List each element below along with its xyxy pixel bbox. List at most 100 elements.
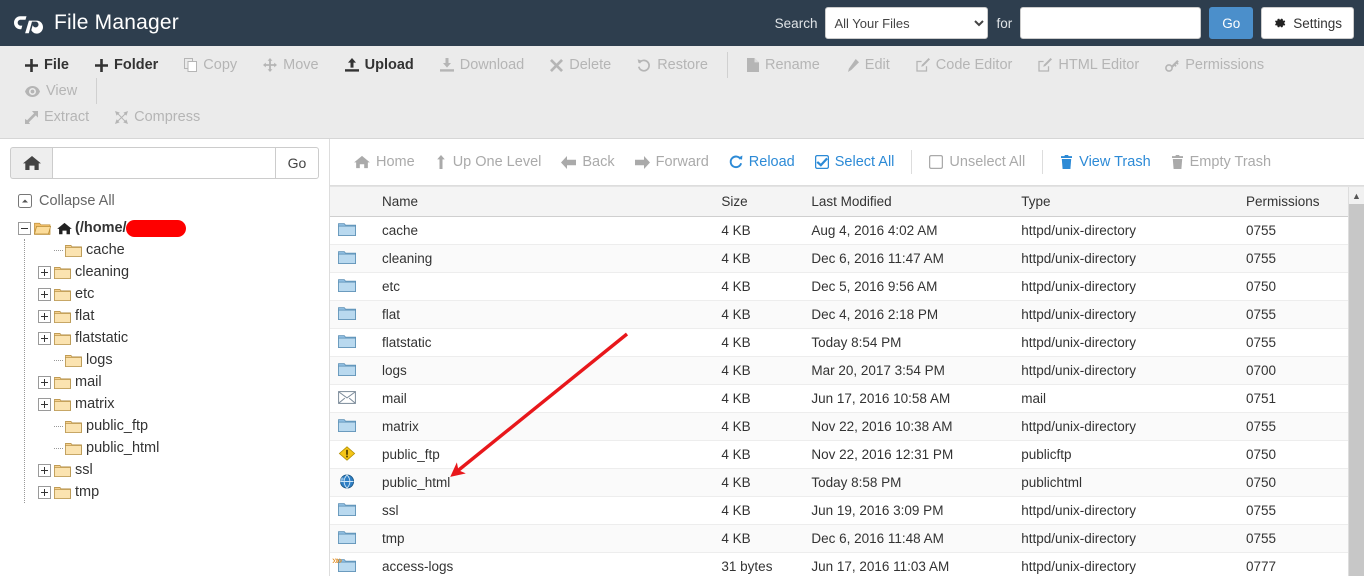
folder-icon bbox=[338, 502, 356, 517]
row-name-cache[interactable]: cache bbox=[373, 216, 714, 245]
file-table-wrap: Name Size Last Modified Type Permissions… bbox=[330, 186, 1364, 576]
nav-view-trash-button[interactable]: View Trash bbox=[1050, 149, 1160, 175]
row-name-flatstatic[interactable]: flatstatic bbox=[373, 328, 714, 357]
row-size: 4 KB bbox=[713, 328, 804, 357]
table-row[interactable]: public_html 4 KB Today 8:58 PM publichtml 07… bbox=[330, 468, 1348, 497]
file-table-scrollbar[interactable]: ▲ bbox=[1348, 187, 1364, 576]
tree-expander-matrix[interactable] bbox=[38, 397, 51, 411]
nav-forward-button: Forward bbox=[625, 149, 719, 175]
scrollbar-thumb[interactable] bbox=[1349, 204, 1364, 576]
toolbar-upload-button[interactable]: Upload bbox=[332, 52, 427, 78]
table-row[interactable]: etc 4 KB Dec 5, 2016 9:56 AM httpd/unix-dir… bbox=[330, 272, 1348, 301]
folder-icon bbox=[338, 418, 356, 433]
row-permissions: 0751 bbox=[1238, 384, 1348, 413]
tree-node-root[interactable]: (/home/ bbox=[18, 217, 329, 239]
table-row[interactable]: »» access-logs 31 bytes Jun 17, 2016 11:03 … bbox=[330, 552, 1348, 576]
toolbar-extract-button: Extract bbox=[12, 104, 102, 130]
row-name-ssl[interactable]: ssl bbox=[373, 496, 714, 525]
tree-node-matrix[interactable]: matrix bbox=[38, 393, 329, 415]
tree-expander-etc[interactable] bbox=[38, 287, 51, 301]
tree-node-etc[interactable]: etc bbox=[38, 283, 329, 305]
row-name-tmp[interactable]: tmp bbox=[373, 524, 714, 553]
row-name-cleaning[interactable]: cleaning bbox=[373, 244, 714, 273]
tree-node-mail[interactable]: mail bbox=[38, 371, 329, 393]
row-name-public_ftp[interactable]: public_ftp bbox=[373, 440, 714, 469]
file-table-scroll[interactable]: Name Size Last Modified Type Permissions… bbox=[330, 187, 1348, 576]
table-row[interactable]: mail 4 KB Jun 17, 2016 10:58 AM mail 0751 bbox=[330, 384, 1348, 413]
home-icon[interactable] bbox=[10, 147, 52, 179]
toolbar-upload-label: Upload bbox=[364, 57, 414, 73]
toolbar-extract-label: Extract bbox=[44, 109, 90, 125]
tree-node-tmp[interactable]: tmp bbox=[38, 481, 329, 503]
row-name-mail[interactable]: mail bbox=[373, 384, 714, 413]
tree-expander-cleaning[interactable] bbox=[38, 265, 51, 279]
table-row[interactable]: flat 4 KB Dec 4, 2016 2:18 PM httpd/unix-di… bbox=[330, 300, 1348, 329]
tree-node-ssl[interactable]: ssl bbox=[38, 459, 329, 481]
row-type: httpd/unix-directory bbox=[1013, 356, 1238, 385]
table-row[interactable]: matrix 4 KB Nov 22, 2016 10:38 AM httpd/uni… bbox=[330, 412, 1348, 441]
tree-expander-root[interactable] bbox=[18, 221, 31, 235]
row-size: 4 KB bbox=[713, 300, 804, 329]
folder-icon bbox=[54, 463, 71, 477]
nav-forward-label: Forward bbox=[655, 154, 709, 170]
row-name-public_html[interactable]: public_html bbox=[373, 468, 714, 497]
file-manager-page: File Manager Search All Your Files for G… bbox=[0, 0, 1364, 576]
nav-unselect-all-button: Unselect All bbox=[919, 149, 1035, 175]
table-row[interactable]: flatstatic 4 KB Today 8:54 PM httpd/unix-di… bbox=[330, 328, 1348, 357]
extract-icon bbox=[25, 110, 38, 124]
tree-expander-mail[interactable] bbox=[38, 375, 51, 389]
tree-expander-flatstatic[interactable] bbox=[38, 331, 51, 345]
action-toolbar: File Folder Copy Move Upload Download Delete Re… bbox=[0, 46, 1364, 139]
tree-expander-ssl[interactable] bbox=[38, 463, 51, 477]
nav-select-all-button[interactable]: Select All bbox=[805, 149, 905, 175]
search-input[interactable] bbox=[1020, 7, 1202, 39]
table-row[interactable]: ssl 4 KB Jun 19, 2016 3:09 PM httpd/unix-di… bbox=[330, 496, 1348, 525]
row-modified: Dec 5, 2016 9:56 AM bbox=[803, 272, 1014, 301]
column-permissions[interactable]: Permissions bbox=[1238, 187, 1348, 217]
toolbar-download-label: Download bbox=[459, 57, 525, 73]
toolbar-view-button: View bbox=[12, 78, 90, 104]
table-row[interactable]: public_ftp 4 KB Nov 22, 2016 12:31 PM publi… bbox=[330, 440, 1348, 469]
table-row[interactable]: cache 4 KB Aug 4, 2016 4:02 AM httpd/unix-d… bbox=[330, 216, 1348, 245]
column-type[interactable]: Type bbox=[1013, 187, 1238, 217]
table-row[interactable]: logs 4 KB Mar 20, 2017 3:54 PM httpd/unix-d… bbox=[330, 356, 1348, 385]
toolbar-folder-button[interactable]: Folder bbox=[82, 52, 171, 78]
nav-reload-button[interactable]: Reload bbox=[719, 149, 805, 175]
tree-node-cleaning[interactable]: cleaning bbox=[38, 261, 329, 283]
path-input[interactable] bbox=[52, 147, 275, 179]
tree-node-public_ftp[interactable]: public_ftp bbox=[38, 415, 329, 437]
eye-icon bbox=[25, 85, 40, 97]
tree-node-public_html[interactable]: public_html bbox=[38, 437, 329, 459]
column-size[interactable]: Size bbox=[713, 187, 804, 217]
collapse-all-button[interactable]: Collapse All bbox=[0, 189, 329, 217]
tree-node-flatstatic[interactable]: flatstatic bbox=[38, 327, 329, 349]
tree-node-cache[interactable]: cache bbox=[38, 239, 329, 261]
key-icon bbox=[1165, 58, 1180, 72]
move-icon bbox=[263, 58, 278, 72]
row-name-matrix[interactable]: matrix bbox=[373, 412, 714, 441]
settings-button[interactable]: Settings bbox=[1261, 7, 1354, 39]
tree-line bbox=[54, 359, 63, 361]
table-row[interactable]: tmp 4 KB Dec 6, 2016 11:48 AM httpd/unix-di… bbox=[330, 524, 1348, 553]
tree-node-logs[interactable]: logs bbox=[38, 349, 329, 371]
column-last-modified[interactable]: Last Modified bbox=[803, 187, 1014, 217]
toolbar-file-button[interactable]: File bbox=[12, 52, 82, 78]
folder-icon bbox=[54, 485, 71, 499]
row-name-flat[interactable]: flat bbox=[373, 300, 714, 329]
tree-line bbox=[54, 425, 63, 427]
search-scope-select[interactable]: All Your Files bbox=[825, 7, 989, 39]
path-go-button[interactable]: Go bbox=[275, 147, 319, 179]
tree-node-flat[interactable]: flat bbox=[38, 305, 329, 327]
chevron-up-icon[interactable]: ▲ bbox=[1349, 187, 1364, 204]
row-name-access-logs[interactable]: access-logs bbox=[373, 552, 714, 576]
column-name[interactable]: Name bbox=[373, 187, 714, 217]
search-go-button[interactable]: Go bbox=[1209, 7, 1254, 39]
table-row[interactable]: cleaning 4 KB Dec 6, 2016 11:47 AM httpd/un… bbox=[330, 244, 1348, 273]
tree-expander-flat[interactable] bbox=[38, 309, 51, 323]
row-permissions: 0755 bbox=[1238, 300, 1348, 329]
row-name-etc[interactable]: etc bbox=[373, 272, 714, 301]
compress-icon bbox=[115, 110, 129, 124]
tree-expander-tmp[interactable] bbox=[38, 485, 51, 499]
row-name-logs[interactable]: logs bbox=[373, 356, 714, 385]
row-icon-cell bbox=[330, 468, 374, 497]
